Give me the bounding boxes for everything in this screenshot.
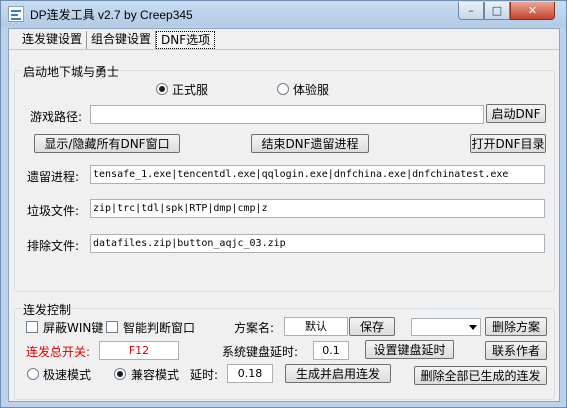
delay-label: 延时: <box>190 368 219 382</box>
maximize-icon: □ <box>491 4 503 17</box>
delete-scheme-button[interactable]: 删除方案 <box>485 317 547 336</box>
compat-mode-label: 兼容模式 <box>131 368 180 382</box>
close-icon: ✕ <box>527 4 538 17</box>
compat-mode-radio[interactable] <box>114 368 126 380</box>
open-dnf-dir-button[interactable]: 打开DNF目录 <box>470 134 546 153</box>
control-group: 连发控制 屏蔽WIN键 智能判断窗口 方案名: 默认 保存 删除方案 连发总开关… <box>14 301 555 400</box>
master-switch-hotkey-input[interactable]: F12 <box>99 341 179 360</box>
game-path-input[interactable] <box>90 105 484 124</box>
tab-rapid-keys[interactable]: 连发键设置 <box>18 31 88 49</box>
system-delay-label: 系统键盘延时: <box>222 345 299 359</box>
residual-process-input[interactable]: tensafe_1.exe|tencentdl.exe|qqlogin.exe|… <box>90 165 545 184</box>
tab-strip: 连发键设置 组合键设置 DNF选项 <box>18 31 216 49</box>
tab-combo-keys[interactable]: 组合键设置 <box>87 31 157 49</box>
official-server-radio[interactable] <box>156 83 168 95</box>
save-scheme-button[interactable]: 保存 <box>349 317 395 336</box>
smart-window-label: 智能判断窗口 <box>123 321 196 335</box>
app-icon <box>8 6 24 22</box>
game-path-label: 游戏路径: <box>30 110 83 124</box>
tab-divider <box>9 49 559 50</box>
smart-window-checkbox[interactable] <box>106 321 118 333</box>
contact-author-button[interactable]: 联系作者 <box>485 341 547 360</box>
app-window: DP连发工具 v2.7 by Creep345 – □ ✕ 连发键设置 组合键设… <box>0 0 567 408</box>
minimize-icon: – <box>468 4 474 17</box>
exclude-files-label: 排除文件: <box>27 239 80 253</box>
set-keyboard-delay-button[interactable]: 设置键盘延时 <box>365 340 454 359</box>
fast-mode-radio[interactable] <box>27 368 39 380</box>
trial-server-radio[interactable] <box>277 83 289 95</box>
junk-files-input[interactable]: zip|trc|tdl|spk|RTP|dmp|cmp|z <box>90 199 545 218</box>
block-win-label: 屏蔽WIN键 <box>43 321 104 335</box>
system-delay-input[interactable]: 0.1 <box>313 341 349 360</box>
chevron-down-icon <box>469 325 477 330</box>
delete-all-generated-button[interactable]: 删除全部已生成的连发 <box>414 366 547 385</box>
scheme-name-label: 方案名: <box>234 321 275 335</box>
delay-input[interactable]: 0.18 <box>227 364 273 383</box>
scheme-select[interactable] <box>411 318 481 336</box>
kill-residual-process-button[interactable]: 结束DNF遗留进程 <box>251 134 369 153</box>
master-switch-label: 连发总开关: <box>26 345 91 359</box>
control-group-title: 连发控制 <box>21 301 74 318</box>
dnf-group: 启动地下城与勇士 正式服 体验服 游戏路径: 启动DNF 显示/隐藏所有DNF窗… <box>14 63 555 292</box>
fast-mode-label: 极速模式 <box>43 368 92 382</box>
official-server-label: 正式服 <box>172 83 209 97</box>
client-area: 连发键设置 组合键设置 DNF选项 启动地下城与勇士 正式服 体验服 游戏路径:… <box>8 28 560 402</box>
tab-dnf-options[interactable]: DNF选项 <box>156 31 216 49</box>
launch-dnf-button[interactable]: 启动DNF <box>486 104 546 123</box>
generate-enable-button[interactable]: 生成并启用连发 <box>285 364 391 383</box>
title-bar[interactable]: DP连发工具 v2.7 by Creep345 – □ ✕ <box>1 1 566 27</box>
residual-process-label: 遗留进程: <box>27 170 80 184</box>
close-button[interactable]: ✕ <box>510 2 555 20</box>
junk-files-label: 垃圾文件: <box>27 204 80 218</box>
trial-server-label: 体验服 <box>293 83 330 97</box>
maximize-button[interactable]: □ <box>484 2 510 20</box>
scheme-name-input[interactable]: 默认 <box>284 317 348 336</box>
toggle-dnf-windows-button[interactable]: 显示/隐藏所有DNF窗口 <box>34 134 180 153</box>
exclude-files-input[interactable]: datafiles.zip|button_aqjc_03.zip <box>90 234 545 253</box>
minimize-button[interactable]: – <box>458 2 484 20</box>
block-win-checkbox[interactable] <box>26 321 38 333</box>
dnf-group-title: 启动地下城与勇士 <box>21 63 122 80</box>
window-title: DP连发工具 v2.7 by Creep345 <box>30 8 193 22</box>
